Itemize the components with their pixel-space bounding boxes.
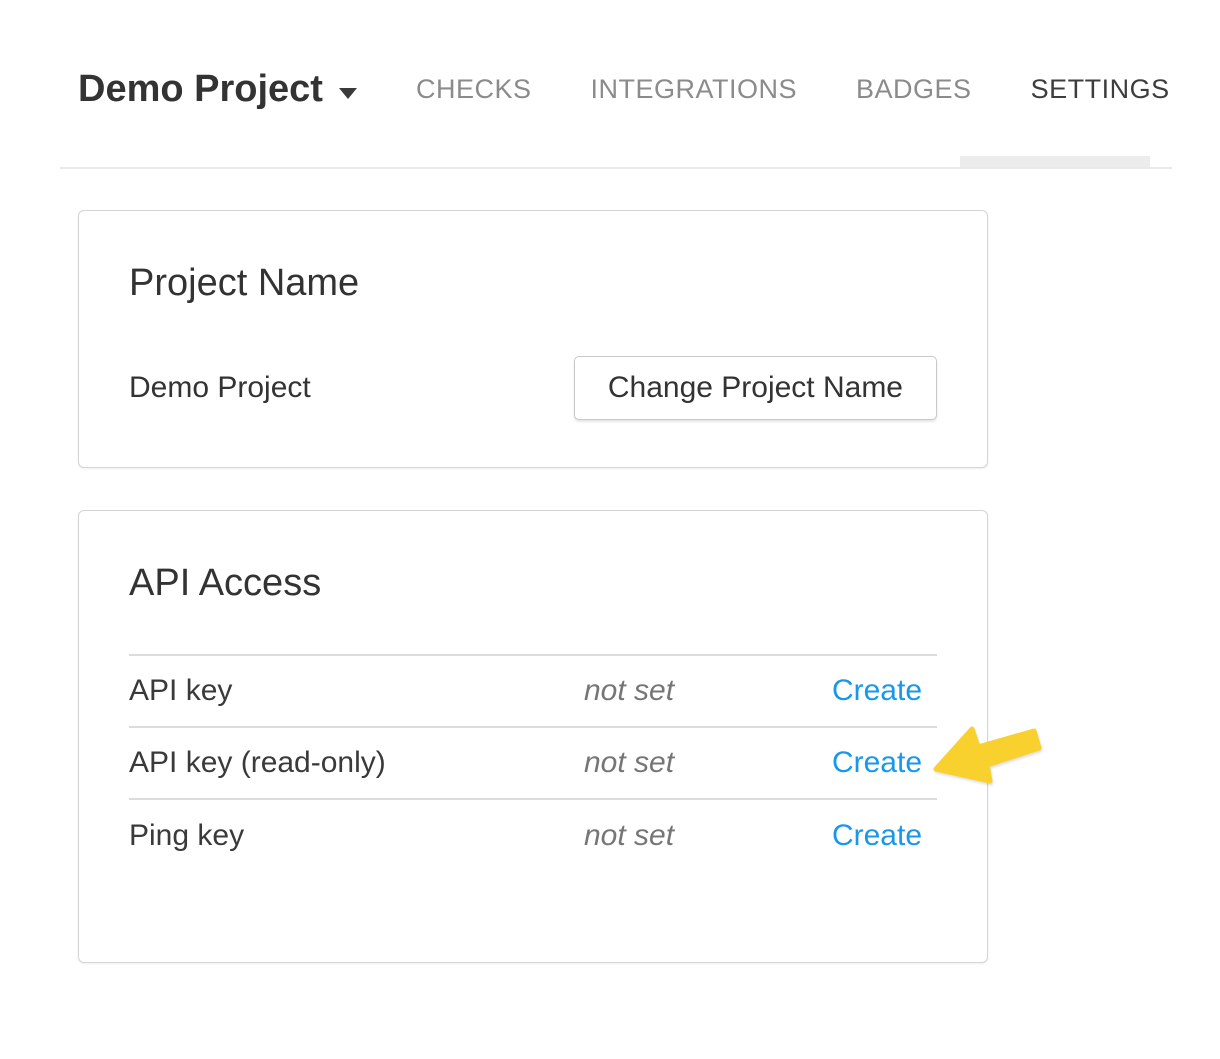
project-name-card: Project Name Demo Project Change Project…: [78, 210, 988, 468]
settings-content: Project Name Demo Project Change Project…: [78, 210, 988, 963]
create-readonly-api-key-link[interactable]: Create: [832, 746, 922, 779]
table-row-api-key: API key not set Create: [129, 655, 937, 727]
api-access-card: API Access API key not set Create API ke…: [78, 510, 988, 963]
key-name-label: Ping key: [129, 799, 584, 871]
current-project-name: Demo Project: [129, 371, 311, 405]
project-name-card-title: Project Name: [129, 264, 937, 302]
caret-down-icon: [339, 88, 357, 99]
tab-checks[interactable]: CHECKS: [416, 76, 532, 103]
create-ping-key-link[interactable]: Create: [832, 819, 922, 852]
tab-settings[interactable]: SETTINGS: [1031, 76, 1170, 103]
key-value-label: not set: [584, 799, 747, 871]
project-header: Demo Project CHECKS INTEGRATIONS BADGES …: [60, 0, 1172, 169]
api-keys-table: API key not set Create API key (read-onl…: [129, 654, 937, 871]
table-row-ping-key: Ping key not set Create: [129, 799, 937, 871]
tab-badges[interactable]: BADGES: [856, 76, 972, 103]
change-project-name-button[interactable]: Change Project Name: [574, 356, 937, 420]
active-tab-indicator: [960, 156, 1150, 167]
key-name-label: API key: [129, 655, 584, 727]
page-title: Demo Project: [78, 70, 323, 108]
project-switcher[interactable]: Demo Project: [78, 70, 357, 108]
key-value-label: not set: [584, 727, 747, 799]
key-value-label: not set: [584, 655, 747, 727]
create-api-key-link[interactable]: Create: [832, 674, 922, 707]
key-name-label: API key (read-only): [129, 727, 584, 799]
tab-integrations[interactable]: INTEGRATIONS: [591, 76, 798, 103]
api-access-card-title: API Access: [129, 564, 937, 602]
table-row-api-key-read-only: API key (read-only) not set Create: [129, 727, 937, 799]
